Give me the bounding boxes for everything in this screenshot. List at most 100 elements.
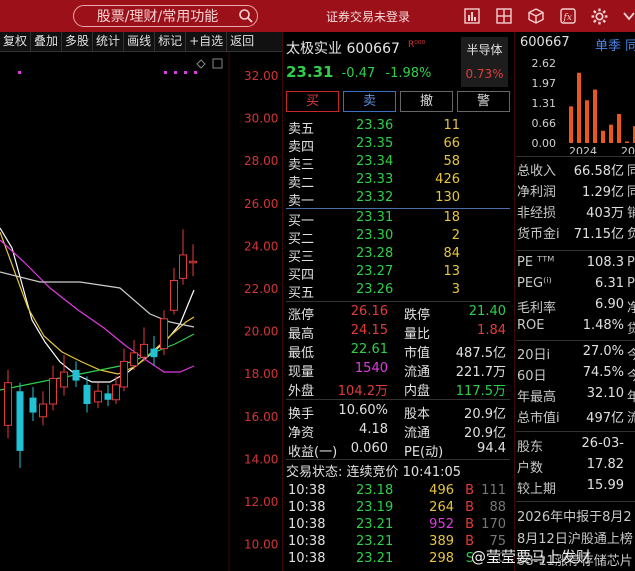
chart-icon[interactable] xyxy=(463,7,481,25)
quarterly-bar-chart[interactable]: 2.62 1.97 1.31 0.66 0.00 2024 20 xyxy=(516,54,635,154)
cancel-order-button[interactable]: 撤 xyxy=(400,91,453,112)
mini-bar xyxy=(617,113,621,143)
fin-row: 毛利率 6.90 净 xyxy=(517,297,635,316)
candle-body xyxy=(39,403,47,418)
tool-mark[interactable]: 标记 xyxy=(155,32,187,51)
price-change: -0.47 xyxy=(341,66,376,81)
fin-row: 较上期 15.99 xyxy=(517,478,624,497)
bid-row[interactable]: 买五 23.26 3 xyxy=(286,282,508,301)
sell-button[interactable]: 卖 xyxy=(343,91,396,112)
tick-row: 10:38 23.21 952 B 170 xyxy=(288,517,506,532)
grid-icon[interactable] xyxy=(495,7,513,25)
mini-x-label: 20 xyxy=(621,145,635,154)
stat-row: 涨停 26.16 跌停 21.40 xyxy=(288,304,506,323)
mini-y-label: 0.66 xyxy=(532,117,557,130)
news-item[interactable]: 8月12日沪股通上榜 xyxy=(517,528,633,547)
chevron-down-icon[interactable] xyxy=(620,7,635,25)
mini-bar xyxy=(625,141,629,143)
search-icon[interactable] xyxy=(235,7,257,25)
stat-row: 最高 24.15 量比 1.84 xyxy=(288,323,506,342)
price-tick-label: 16.00 xyxy=(244,410,278,424)
ask-row[interactable]: 卖二 23.33 426 xyxy=(286,172,508,191)
ma5-line xyxy=(0,227,195,383)
margin-badge: R⁰⁰⁰ xyxy=(408,40,426,50)
candle-body xyxy=(179,254,187,279)
fin-row: 20日i 27.0% 今 xyxy=(517,344,635,363)
news-item[interactable]: 2026年中报于8月2 xyxy=(517,506,632,525)
gear-icon[interactable] xyxy=(590,7,608,25)
mini-y-label: 1.31 xyxy=(532,97,557,110)
sector-box[interactable]: 半导体 0.73% xyxy=(461,37,508,87)
alert-button[interactable]: 警 xyxy=(457,91,510,112)
fx-icon[interactable]: fx xyxy=(559,7,577,25)
price-change-pct: -1.98% xyxy=(385,66,432,81)
diamond-icon xyxy=(196,59,206,69)
search-input[interactable]: 股票/理财/常用功能 xyxy=(84,6,235,26)
trade-status: 交易状态: 连续竞价 10:41:05 xyxy=(286,465,462,480)
price-tick-label: 22.00 xyxy=(244,282,278,296)
finance-panel: 600667 单季 同 2.62 1.97 1.31 0.66 0.00 2024 20 总… xyxy=(516,32,635,571)
candle-body xyxy=(83,384,91,405)
candle-body xyxy=(94,390,102,403)
trade-actions: 买 卖 撤 警 xyxy=(286,91,510,112)
stat-row: 净资 4.18 流通 20.9亿 xyxy=(288,422,506,441)
candle-body xyxy=(16,391,24,451)
tool-overlay[interactable]: 叠加 xyxy=(31,32,63,51)
chart-toolbar: 复权 叠加 多股 统计 画线 标记 +自选 返回 xyxy=(0,32,282,52)
tool-draw-line[interactable]: 画线 xyxy=(124,32,156,51)
mini-bar xyxy=(577,72,581,143)
fin-row: 货币金i 71.15亿负 xyxy=(517,227,635,242)
bid-row[interactable]: 买三 23.28 84 xyxy=(286,246,508,265)
search-box[interactable]: 股票/理财/常用功能 xyxy=(73,5,258,27)
price-tick-label: 18.00 xyxy=(244,367,278,381)
mini-y-label: 1.97 xyxy=(532,77,557,90)
fin-row: 年最高 32.10 年 xyxy=(517,386,635,405)
marker-dot xyxy=(184,71,187,74)
square-icon xyxy=(212,58,223,69)
ask-row[interactable]: 卖三 23.34 58 xyxy=(286,154,508,173)
svg-text:fx: fx xyxy=(563,13,572,23)
price-tick-label: 30.00 xyxy=(244,112,278,126)
tick-row: 10:38 23.18 496 B 111 xyxy=(288,483,506,498)
ask-row[interactable]: 卖一 23.32 130 xyxy=(286,190,508,209)
candle-body xyxy=(49,377,57,405)
back-button[interactable]: 返回 xyxy=(227,32,257,51)
season-tab[interactable]: 单季 同 xyxy=(595,35,635,54)
kline-chart[interactable]: 32.00 30.00 28.00 26.00 24.00 22.00 20.00 18.00… xyxy=(0,52,282,571)
tool-multi-stock[interactable]: 多股 xyxy=(62,32,94,51)
add-watchlist-button[interactable]: +自选 xyxy=(186,32,228,51)
bid-row[interactable]: 买四 23.27 13 xyxy=(286,264,508,283)
tool-adjust[interactable]: 复权 xyxy=(0,32,32,51)
ask-row[interactable]: 卖四 23.35 66 xyxy=(286,136,508,155)
price-tick-label: 24.00 xyxy=(244,239,278,253)
marker-dot xyxy=(194,71,197,74)
price-tick-label: 14.00 xyxy=(244,452,278,466)
price-tick-label: 12.00 xyxy=(244,495,278,509)
tool-stats[interactable]: 统计 xyxy=(93,32,125,51)
buy-button[interactable]: 买 xyxy=(286,91,339,112)
candle-body xyxy=(72,369,80,381)
watermark: @莹莹要马上发财 xyxy=(471,548,592,566)
stat-row: 现量 1540 流通 221.7万 xyxy=(288,361,506,380)
bid-row[interactable]: 买一 23.31 18 xyxy=(286,210,508,229)
cube-icon[interactable] xyxy=(527,7,545,25)
login-status[interactable]: 证券交易未登录 xyxy=(326,8,410,25)
stat-row: 最低 22.61 市值 487.5亿 xyxy=(288,342,506,361)
mini-bar xyxy=(569,106,573,143)
sector-name: 半导体 xyxy=(466,43,503,57)
fin-row: 户数 17.82 xyxy=(517,457,624,476)
top-bar: 股票/理财/常用功能 证券交易未登录 fx xyxy=(0,0,635,32)
candle-body xyxy=(150,348,158,358)
bid-row[interactable]: 买二 23.30 2 xyxy=(286,228,508,247)
candle-body xyxy=(104,393,112,400)
candle-body xyxy=(60,371,68,388)
candle-body xyxy=(189,260,197,264)
ma10-line xyxy=(0,231,195,375)
candle-body xyxy=(170,279,178,311)
ask-row[interactable]: 卖五 23.36 11 xyxy=(286,118,508,137)
candle-body xyxy=(4,382,12,426)
candle-body xyxy=(29,397,37,413)
mini-bar xyxy=(601,130,605,143)
price-line: 23.31 -0.47 -1.98% xyxy=(286,63,431,81)
marker-dot xyxy=(164,71,167,74)
